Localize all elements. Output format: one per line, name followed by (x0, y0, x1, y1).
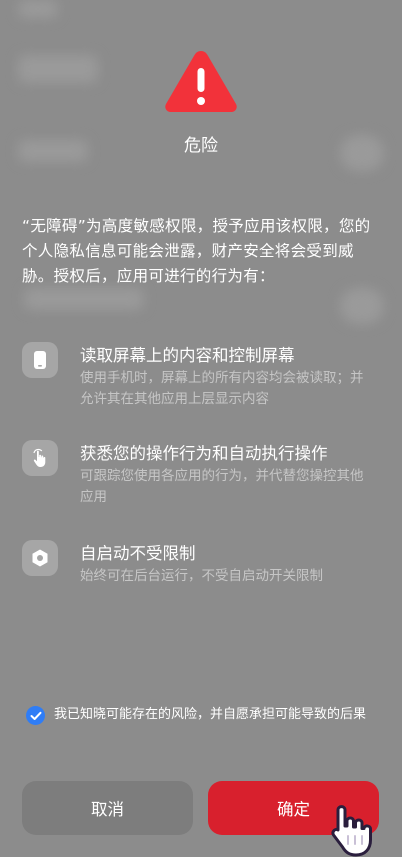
warning-icon (165, 51, 237, 112)
hexagon-icon (22, 540, 58, 576)
permission-title: 读取屏幕上的内容和控制屏幕 (80, 346, 295, 365)
permission-desc: 始终可在后台运行，不受自启动开关限制 (80, 568, 323, 584)
touch-hand-icon (22, 440, 58, 476)
background-blur (24, 288, 144, 310)
dialog-description: “无障碍”为高度敏感权限，授予应用该权限，您的个人隐私信息可能会泄露，财产安全将… (22, 217, 371, 285)
pointer-hand-icon (331, 805, 372, 857)
acknowledge-text: 我已知晓可能存在的风险，并自愿承担可能导致的后果 (54, 707, 367, 722)
permission-desc: 可跟踪您使用各应用的行为，并代替您操控其他应用 (80, 468, 364, 505)
cancel-button[interactable]: 取消 (22, 781, 193, 835)
dialog-title: 危险 (184, 136, 218, 156)
background-blur (18, 55, 98, 83)
background-blur (18, 0, 58, 18)
checkmark-icon (30, 711, 41, 720)
permission-title: 获悉您的操作行为和自动执行操作 (80, 444, 328, 463)
background-blur (340, 288, 384, 324)
permission-desc: 使用手机时，屏幕上的所有内容均会被读取；并允许其在其他应用上层显示内容 (80, 370, 364, 407)
permission-title: 自启动不受限制 (80, 544, 196, 563)
acknowledge-checkbox[interactable] (26, 706, 45, 725)
phone-icon (22, 342, 58, 378)
